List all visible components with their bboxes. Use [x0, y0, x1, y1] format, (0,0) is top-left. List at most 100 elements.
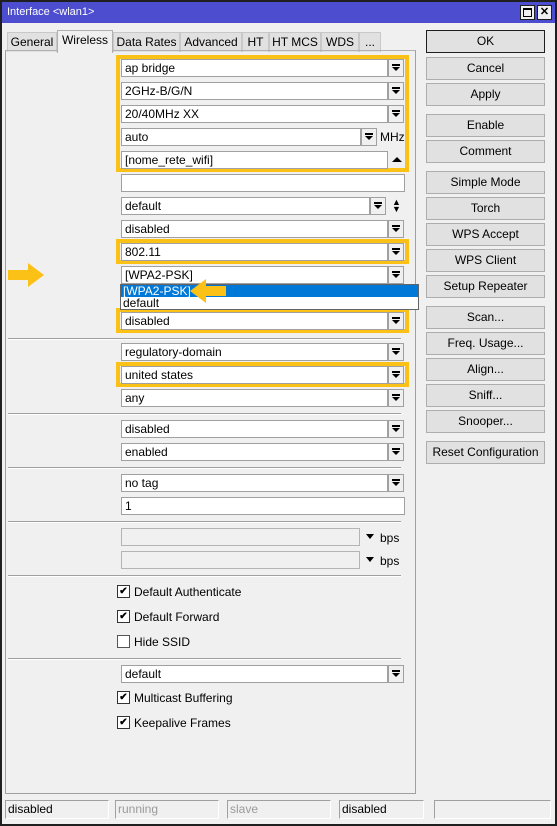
annotation-arrow-left-icon	[190, 279, 226, 303]
ssid-collapse-icon[interactable]	[392, 157, 402, 162]
security-profile-dropdown-icon[interactable]	[388, 266, 404, 284]
status-wps: disabled	[339, 800, 424, 819]
freq-usage-button[interactable]: Freq. Usage...	[426, 332, 545, 355]
torch-button[interactable]: Torch	[426, 197, 545, 220]
country-dropdown-icon[interactable]	[388, 366, 404, 384]
separator	[8, 521, 401, 523]
sniff-button[interactable]: Sniff...	[426, 384, 545, 407]
frequency-mode-select[interactable]: regulatory-domain	[121, 343, 388, 361]
default-forward-label: Default Forward	[134, 610, 220, 624]
status-slave: slave	[227, 800, 331, 819]
wps-client-button[interactable]: WPS Client	[426, 249, 545, 272]
channel-width-dropdown-icon[interactable]	[388, 105, 404, 123]
keepalive-frames-label: Keepalive Frames	[134, 716, 231, 730]
radio-name-input[interactable]	[121, 174, 405, 192]
installation-select[interactable]: any	[121, 389, 388, 407]
setup-repeater-button[interactable]: Setup Repeater	[426, 275, 545, 298]
multicast-helper-select[interactable]: default	[121, 665, 388, 683]
scan-button[interactable]: Scan...	[426, 306, 545, 329]
check-icon: ✔	[119, 586, 128, 597]
scan-list-updown-icon[interactable]: ▲ ▼	[392, 198, 401, 214]
annotation-arrow-right-icon	[8, 263, 44, 287]
channel-width-select[interactable]: 20/40MHz XX	[121, 105, 388, 123]
enable-button[interactable]: Enable	[426, 114, 545, 137]
country-select[interactable]: united states	[121, 366, 388, 384]
scan-list-select[interactable]: default	[121, 197, 370, 215]
multicast-buffering-label: Multicast Buffering	[134, 691, 233, 705]
default-ap-tx-limit-input[interactable]	[121, 528, 360, 546]
maximize-icon[interactable]	[520, 5, 535, 20]
status-enabled: disabled	[5, 800, 109, 819]
separator	[8, 658, 401, 660]
wireless-protocol-select[interactable]: 802.11	[121, 243, 388, 261]
check-icon: ✔	[119, 717, 128, 728]
align-button[interactable]: Align...	[426, 358, 545, 381]
tab-wireless[interactable]: Wireless	[57, 30, 113, 53]
separator	[8, 575, 401, 577]
default-authenticate-checkbox[interactable]: ✔	[117, 585, 130, 598]
close-icon[interactable]: ✕	[537, 5, 552, 20]
tab-general[interactable]: General	[7, 32, 57, 52]
check-icon: ✔	[119, 692, 128, 703]
default-client-tx-limit-dropdown-icon[interactable]	[366, 557, 374, 562]
installation-dropdown-icon[interactable]	[388, 389, 404, 407]
vlan-mode-select[interactable]: no tag	[121, 474, 388, 492]
default-authenticate-label: Default Authenticate	[134, 585, 242, 599]
mode-select[interactable]: ap bridge	[121, 59, 388, 77]
ok-button[interactable]: OK	[426, 30, 545, 53]
security-profile-option-wpa2-psk[interactable]: [WPA2-PSK]	[121, 285, 418, 297]
simple-mode-button[interactable]: Simple Mode	[426, 171, 545, 194]
tab-wds[interactable]: WDS	[321, 32, 359, 52]
window-title: Interface <wlan1>	[7, 6, 95, 18]
skip-dfs-dropdown-icon[interactable]	[388, 220, 404, 238]
ssid-input[interactable]: [nome_rete_wifi]	[121, 151, 388, 169]
frequency-dropdown-icon[interactable]	[361, 128, 377, 146]
scan-list-dropdown-icon[interactable]	[370, 197, 386, 215]
security-profile-dropdown-list: [WPA2-PSK] default	[120, 284, 419, 310]
tab-ht-mcs[interactable]: HT MCS	[269, 32, 321, 52]
apply-button[interactable]: Apply	[426, 83, 545, 106]
default-client-tx-limit-input[interactable]	[121, 551, 360, 569]
frequency-unit: MHz	[380, 130, 405, 144]
status-running: running	[115, 800, 219, 819]
vlan-id-input[interactable]: 1	[121, 497, 405, 515]
separator	[8, 467, 401, 469]
cancel-button[interactable]: Cancel	[426, 57, 545, 80]
wps-mode-select[interactable]: disabled	[121, 312, 388, 330]
wps-accept-button[interactable]: WPS Accept	[426, 223, 545, 246]
tab-data-rates[interactable]: Data Rates	[113, 32, 180, 52]
frequency-mode-dropdown-icon[interactable]	[388, 343, 404, 361]
bridge-mode-dropdown-icon[interactable]	[388, 443, 404, 461]
wmm-support-dropdown-icon[interactable]	[388, 420, 404, 438]
tab-advanced[interactable]: Advanced	[180, 32, 242, 52]
snooper-button[interactable]: Snooper...	[426, 410, 545, 433]
tab-ht[interactable]: HT	[242, 32, 269, 52]
band-select[interactable]: 2GHz-B/G/N	[121, 82, 388, 100]
default-forward-checkbox[interactable]: ✔	[117, 610, 130, 623]
default-ap-tx-limit-dropdown-icon[interactable]	[366, 534, 374, 539]
wps-mode-dropdown-icon[interactable]	[388, 312, 404, 330]
default-ap-tx-limit-unit: bps	[380, 531, 400, 545]
mode-dropdown-icon[interactable]	[388, 59, 404, 77]
band-dropdown-icon[interactable]	[388, 82, 404, 100]
check-icon: ✔	[119, 611, 128, 622]
bridge-mode-select[interactable]: enabled	[121, 443, 388, 461]
tab-more[interactable]: ...	[359, 32, 381, 52]
hide-ssid-checkbox[interactable]	[117, 635, 130, 648]
frequency-select[interactable]: auto	[121, 128, 361, 146]
wireless-protocol-dropdown-icon[interactable]	[388, 243, 404, 261]
comment-button[interactable]: Comment	[426, 140, 545, 163]
multicast-helper-dropdown-icon[interactable]	[388, 665, 404, 683]
security-profile-select[interactable]: [WPA2-PSK]	[121, 266, 388, 284]
skip-dfs-select[interactable]: disabled	[121, 220, 388, 238]
multicast-buffering-checkbox[interactable]: ✔	[117, 691, 130, 704]
status-extra	[434, 800, 551, 819]
keepalive-frames-checkbox[interactable]: ✔	[117, 716, 130, 729]
wmm-support-select[interactable]: disabled	[121, 420, 388, 438]
title-bar[interactable]: Interface <wlan1> ✕	[2, 2, 555, 23]
security-profile-option-default[interactable]: default	[121, 297, 418, 309]
hide-ssid-label: Hide SSID	[134, 635, 191, 649]
reset-configuration-button[interactable]: Reset Configuration	[426, 441, 545, 464]
vlan-mode-dropdown-icon[interactable]	[388, 474, 404, 492]
separator	[8, 338, 401, 340]
